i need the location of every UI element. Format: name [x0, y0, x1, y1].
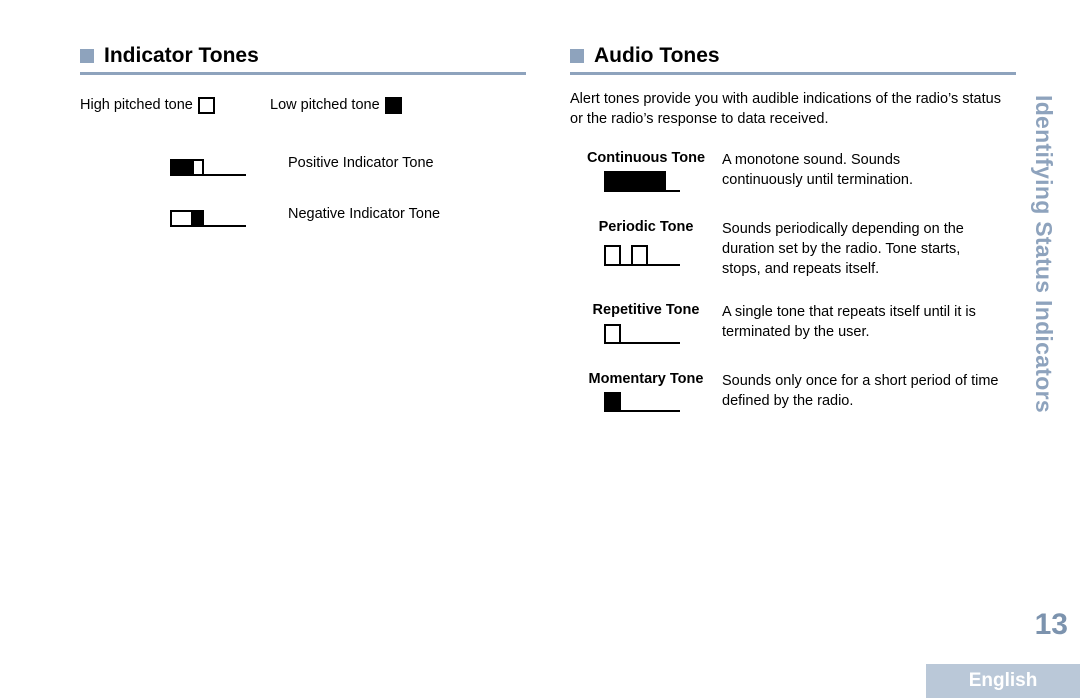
language-tab[interactable]: English	[926, 664, 1080, 698]
indicator-tones-heading: Indicator Tones	[80, 44, 259, 68]
periodic-tone-name: Periodic Tone	[598, 219, 694, 235]
indicator-tones-title: Indicator Tones	[104, 44, 259, 67]
repetitive-tone-name: Repetitive Tone	[592, 302, 700, 318]
low-tone-block	[170, 159, 194, 176]
section-bullet-icon	[570, 49, 584, 63]
chapter-title-vertical: Identifying Status Indicators	[1031, 95, 1057, 413]
section-divider	[570, 72, 1016, 75]
negative-tone-diagram-icon	[170, 208, 246, 228]
tone-block	[604, 245, 621, 266]
continuous-tone-description: A monotone sound. Sounds continuously un…	[722, 152, 914, 188]
momentary-tone-description: Sounds only once for a short period of t…	[722, 373, 999, 409]
tone-block	[604, 392, 621, 412]
high-tone-block	[170, 210, 193, 227]
momentary-tone-diagram-icon	[604, 392, 680, 414]
low-pitch-square-icon	[384, 96, 402, 114]
section-bullet-icon	[80, 49, 94, 63]
audio-tones-heading: Audio Tones	[570, 44, 720, 68]
high-pitch-legend: High pitched tone	[80, 95, 215, 115]
page-number: 13	[1034, 608, 1068, 641]
tone-block	[631, 245, 648, 266]
periodic-tone-description: Sounds periodically depending on the dur…	[722, 221, 964, 277]
negative-tone-label: Negative Indicator Tone	[288, 206, 441, 222]
high-pitch-label: High pitched tone	[80, 97, 193, 113]
continuous-tone-name: Continuous Tone	[586, 150, 706, 166]
momentary-tone-name: Momentary Tone	[588, 371, 704, 387]
low-pitch-label: Low pitched tone	[270, 97, 380, 113]
tone-baseline	[664, 190, 680, 192]
tone-baseline	[646, 264, 680, 266]
positive-tone-label: Positive Indicator Tone	[288, 155, 434, 171]
tone-block	[604, 171, 666, 192]
audio-tones-intro: Alert tones provide you with audible ind…	[570, 91, 1001, 127]
periodic-tone-diagram-icon	[604, 245, 680, 267]
section-divider	[80, 72, 526, 75]
tone-baseline	[202, 225, 246, 227]
low-pitch-legend: Low pitched tone	[270, 95, 402, 115]
repetitive-tone-diagram-icon	[604, 324, 680, 346]
tone-baseline	[202, 174, 246, 176]
continuous-tone-diagram-icon	[604, 171, 680, 193]
positive-tone-diagram-icon	[170, 157, 246, 177]
tone-baseline	[619, 410, 680, 412]
tone-block	[604, 324, 621, 344]
audio-tones-title: Audio Tones	[594, 44, 720, 67]
tone-baseline	[619, 342, 680, 344]
repetitive-tone-description: A single tone that repeats itself until …	[722, 304, 976, 340]
high-pitch-square-icon	[197, 96, 215, 114]
